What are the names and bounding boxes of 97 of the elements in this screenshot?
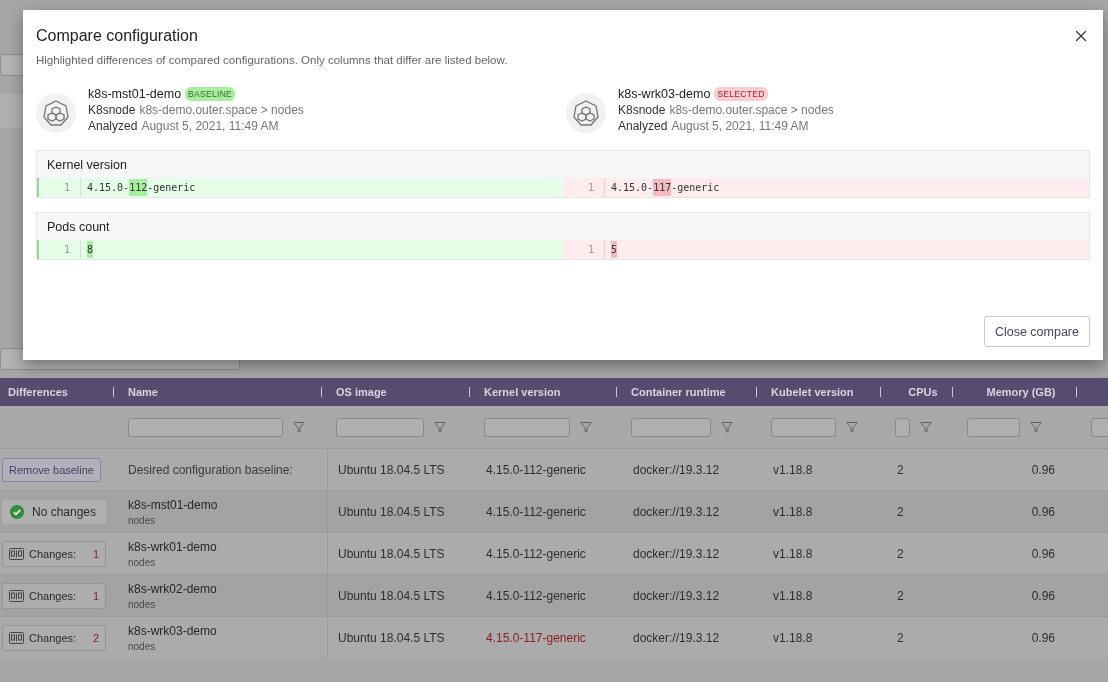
column-header[interactable]: Memory (GB) — [986, 386, 1056, 398]
dialog-subtitle: Highlighted differences of compared configurations. Only columns that differ are listed below. — [36, 54, 509, 66]
os-image-cell-text: Ubuntu 18.04.5 LTS — [337, 461, 446, 479]
filter-icon[interactable] — [846, 421, 858, 433]
kernel-version-cell-text: 4.15.0-112-generic — [485, 545, 587, 563]
node-group: nodes — [128, 640, 327, 652]
node-name: k8s-wrk02-demo — [128, 581, 218, 596]
changes-button[interactable]: Changes: 1 — [2, 540, 106, 567]
kubelet-version-cell-text: v1.18.8 — [772, 587, 814, 605]
column-header[interactable]: Container runtime — [631, 386, 726, 398]
container-runtime-cell-text: docker://19.3.12 — [632, 629, 721, 647]
line-number: 1 — [39, 178, 81, 197]
column-header[interactable]: Differences — [8, 386, 68, 398]
memory-cell-text: 0.96 — [1030, 503, 1056, 521]
node-type: K8snode — [618, 103, 666, 117]
container-runtime-cell-text: docker://19.3.12 — [632, 587, 721, 605]
columns-icon — [9, 631, 24, 644]
filter-icon[interactable] — [580, 421, 592, 433]
container-runtime-cell-text: docker://19.3.12 — [632, 461, 721, 479]
cpus-cell-text: 2 — [896, 587, 905, 605]
kubelet-version-cell-text: v1.18.8 — [772, 545, 814, 563]
cpus-cell-text: 2 — [896, 629, 905, 647]
node-badge: SELECTED — [714, 87, 768, 101]
memory-cell-text: 0.96 — [1030, 461, 1056, 479]
column-filter-field[interactable] — [336, 417, 424, 437]
remove-baseline-button[interactable]: Remove baseline — [2, 457, 101, 482]
column-header[interactable]: Name — [128, 386, 158, 398]
container-runtime-cell-text: docker://19.3.12 — [632, 545, 721, 563]
node-name: k8s-wrk03-demo — [618, 87, 711, 101]
column-header[interactable]: Kernel version — [484, 386, 561, 398]
columns-icon — [9, 589, 24, 602]
os-image-cell-text: Ubuntu 18.04.5 LTS — [337, 629, 446, 647]
column-filter-field[interactable] — [967, 417, 1020, 437]
filter-icon[interactable] — [293, 421, 305, 433]
kernel-version-cell-text: 4.15.0-112-generic — [485, 587, 587, 605]
os-image-cell-text: Ubuntu 18.04.5 LTS — [337, 503, 446, 521]
os-image-cell-text: Ubuntu 18.04.5 LTS — [337, 545, 446, 563]
changes-button[interactable]: Changes: 1 — [2, 582, 106, 609]
kubelet-version-cell-text: v1.18.8 — [772, 629, 814, 647]
memory-cell-text: 0.96 — [1030, 629, 1056, 647]
hexagon-cubes-icon — [572, 99, 600, 127]
node-group: nodes — [128, 598, 327, 610]
section-header: Pods count — [37, 213, 1089, 240]
line-number: 1 — [39, 240, 81, 259]
memory-cell-text: 0.96 — [1030, 545, 1056, 563]
column-filter-field[interactable] — [895, 417, 910, 437]
kernel-version-cell-text: 4.15.0-117-generic — [485, 629, 587, 647]
node-name: k8s-mst01-demo — [128, 497, 219, 512]
dialog-title: Compare configuration — [36, 27, 198, 45]
columns-icon — [9, 547, 24, 560]
close-compare-button[interactable]: Close compare — [983, 316, 1090, 347]
column-filter-field[interactable] — [631, 417, 711, 437]
filter-icon[interactable] — [434, 421, 446, 433]
node-type: K8snode — [88, 103, 136, 117]
node-group: nodes — [128, 514, 327, 526]
node-badge: BASELINE — [185, 87, 236, 101]
analyzed-date: August 5, 2021, 11:49 AM — [141, 119, 279, 133]
code-text: 8 — [81, 240, 94, 259]
node-name: k8s-wrk03-demo — [128, 623, 218, 638]
code-text: 4.15.0-117-generic — [605, 178, 720, 197]
filter-icon[interactable] — [721, 421, 733, 433]
line-number: 1 — [563, 240, 605, 259]
kernel-version-cell-text: 4.15.0-112-generic — [485, 503, 587, 521]
hexagon-cubes-icon — [42, 99, 70, 127]
kubelet-version-cell-text: v1.18.8 — [772, 503, 814, 521]
column-filter-field[interactable] — [771, 417, 836, 437]
column-header[interactable]: CPUs — [908, 386, 938, 398]
container-runtime-cell-text: docker://19.3.12 — [632, 503, 721, 521]
memory-cell-text: 0.96 — [1030, 587, 1056, 605]
section-header: Kernel version — [37, 151, 1089, 178]
kernel-version-cell-text: 4.15.0-112-generic — [485, 461, 587, 479]
code-text: 4.15.0-112-generic — [81, 178, 196, 197]
cpus-cell-text: 2 — [896, 461, 905, 479]
column-filter-field[interactable] — [128, 417, 283, 437]
filter-icon[interactable] — [1030, 421, 1042, 433]
analyzed-label: Analyzed — [88, 119, 138, 133]
analyzed-date: August 5, 2021, 11:49 AM — [671, 119, 809, 133]
column-header[interactable]: Kubelet version — [771, 386, 854, 398]
column-filter-field[interactable] — [484, 417, 570, 437]
node-name: Desired configuration baseline: — [128, 462, 294, 477]
line-number: 1 — [563, 178, 605, 197]
cpus-cell-text: 2 — [896, 545, 905, 563]
node-name: k8s-mst01-demo — [88, 87, 182, 101]
changes-button[interactable]: Changes: 2 — [2, 624, 106, 651]
status-text: No changes — [32, 504, 97, 519]
node-path: k8s-demo.outer.space > nodes — [139, 103, 304, 117]
filter-icon[interactable] — [920, 421, 932, 433]
analyzed-label: Analyzed — [618, 119, 668, 133]
code-text: 5 — [605, 240, 618, 259]
cpus-cell-text: 2 — [896, 503, 905, 521]
check-circle-icon — [10, 504, 24, 519]
os-image-cell-text: Ubuntu 18.04.5 LTS — [337, 587, 446, 605]
node-group: nodes — [128, 556, 327, 568]
node-name: k8s-wrk01-demo — [128, 539, 218, 554]
column-header[interactable]: OS image — [336, 386, 387, 398]
kubelet-version-cell-text: v1.18.8 — [772, 461, 814, 479]
node-path: k8s-demo.outer.space > nodes — [669, 103, 834, 117]
